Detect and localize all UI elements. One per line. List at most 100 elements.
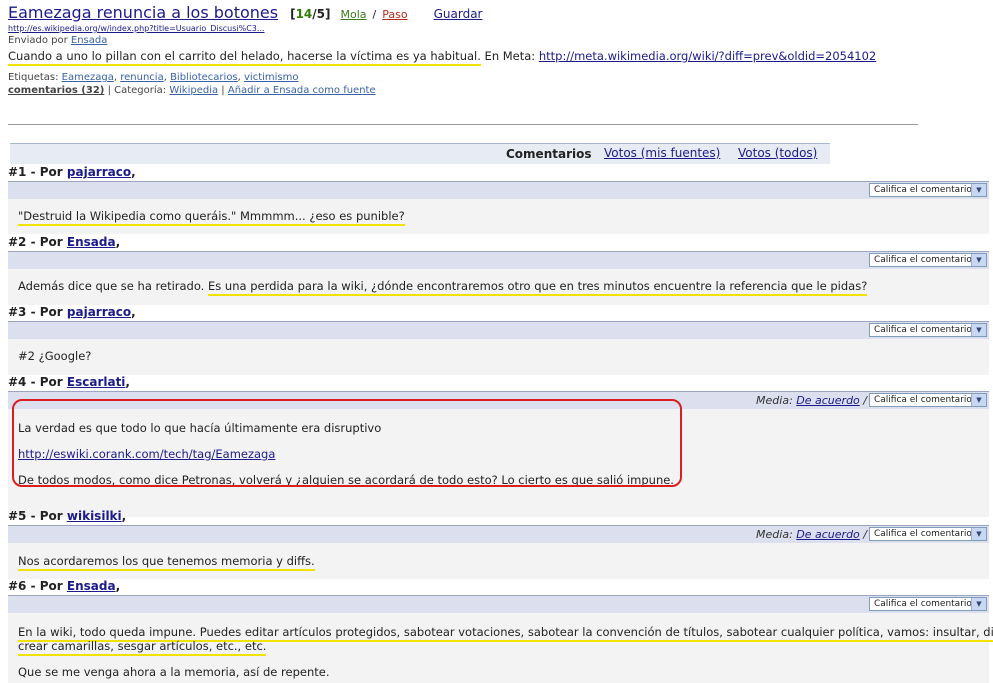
comment-toolbar: Califica el comentario ▼ — [8, 181, 989, 199]
guardar-link[interactable]: Guardar — [434, 7, 483, 21]
comment-number: #1 - Por — [8, 165, 63, 179]
vote-close: ] — [325, 7, 331, 21]
average-value-link[interactable]: De acuerdo — [796, 394, 860, 407]
comment-toolbar: Califica el comentario ▼ — [8, 595, 989, 613]
comment: #5 - Por wikisilki, Media: De acuerdo / … — [8, 509, 989, 579]
story-body: Cuando a uno lo pillan con el carrito de… — [8, 49, 983, 66]
comment-comma: , — [115, 235, 121, 249]
story: Eamezaga renuncia a los botones [14/5] M… — [8, 3, 983, 96]
tab-votos-todos[interactable]: Votos (todos) — [738, 146, 817, 160]
average-rating: Media: De acuerdo / — [756, 528, 867, 541]
comment: #2 - Por Ensada, Califica el comentario ▼… — [8, 235, 989, 305]
comment-toolbar: Media: De acuerdo / Califica el comentar… — [8, 525, 989, 543]
rate-comment-select[interactable]: Califica el comentario ▼ — [869, 253, 987, 267]
tag-link[interactable]: victimismo — [244, 72, 298, 83]
add-source-link[interactable]: Añadir a Ensada como fuente — [228, 85, 376, 96]
comment-author-link[interactable]: wikisilki — [67, 509, 122, 523]
comment: #1 - Por pajarraco, Califica el comentar… — [8, 165, 989, 234]
sent-by: Enviado por Ensada — [8, 35, 983, 46]
tab-votos-mis-fuentes[interactable]: Votos (mis fuentes) — [604, 146, 720, 160]
rate-comment-select[interactable]: Califica el comentario ▼ — [869, 183, 987, 197]
comments-count-link[interactable]: comentarios (32) — [8, 85, 104, 96]
chevron-down-icon: ▼ — [971, 184, 986, 196]
rate-comment-label: Califica el comentario — [874, 599, 972, 609]
rate-comment-select[interactable]: Califica el comentario ▼ — [869, 597, 987, 611]
rate-comment-select[interactable]: Califica el comentario ▼ — [869, 393, 987, 407]
comment-author-link[interactable]: Ensada — [67, 579, 116, 593]
rate-comment-label: Califica el comentario — [874, 395, 972, 405]
tag-link[interactable]: Eamezaga — [62, 72, 114, 83]
divider — [8, 124, 918, 125]
comment-author-link[interactable]: pajarraco — [67, 165, 131, 179]
comment-text: Además dice que se ha retirado. — [18, 279, 205, 293]
comment-author-link[interactable]: pajarraco — [67, 305, 131, 319]
vote-count: [14/5] — [290, 7, 330, 21]
comment-author-link[interactable]: Escarlati — [67, 375, 126, 389]
comment-number: #2 - Por — [8, 235, 63, 249]
comment-comma: , — [131, 305, 136, 319]
category-label: | Categoría: — [107, 85, 167, 96]
rate-comment-select[interactable]: Califica el comentario ▼ — [869, 323, 987, 337]
comment-body: #2 ¿Google? — [8, 339, 989, 375]
mola-link[interactable]: Mola — [341, 8, 367, 21]
category-link[interactable]: Wikipedia — [169, 85, 218, 96]
comment-text: Nos acordaremos los que tenemos memoria … — [18, 554, 315, 571]
comment-toolbar: Califica el comentario ▼ — [8, 251, 989, 269]
comment-header: #4 - Por Escarlati, — [8, 375, 989, 391]
comment-body: En la wiki, todo queda impune. Puedes ed… — [8, 613, 993, 683]
tags-label: Etiquetas: — [8, 72, 59, 83]
comment-comma: , — [131, 165, 136, 179]
story-meta-link[interactable]: http://meta.wikimedia.org/wiki/?diff=pre… — [539, 49, 876, 63]
story-title-link[interactable]: Eamezaga renuncia a los botones — [8, 3, 278, 22]
story-source-url[interactable]: http://es.wikipedia.org/w/index.php?titl… — [8, 24, 983, 33]
comment-header: #3 - Por pajarraco, — [8, 305, 989, 321]
sent-by-user-link[interactable]: Ensada — [71, 35, 107, 46]
comment-number: #3 - Por — [8, 305, 63, 319]
highlight-box — [12, 399, 682, 487]
comment-number: #4 - Por — [8, 375, 63, 389]
comment-comma: , — [125, 375, 130, 389]
comment-number: #5 - Por — [8, 509, 63, 523]
comment-toolbar: Califica el comentario ▼ — [8, 321, 989, 339]
comment-header: #2 - Por Ensada, — [8, 235, 989, 251]
rate-comment-label: Califica el comentario — [874, 529, 972, 539]
average-rating: Media: De acuerdo / — [756, 394, 867, 407]
chevron-down-icon: ▼ — [971, 254, 986, 266]
comment-text: crear camarillas, sesgar artículos, etc.… — [18, 639, 267, 656]
comment-comma: , — [115, 579, 121, 593]
comment-text-highlight: Es una perdida para la wiki, ¿dónde enco… — [208, 279, 868, 296]
vote-slash: / — [372, 8, 377, 21]
comment-text: Que se me venga ahora a la memoria, así … — [18, 665, 330, 679]
average-sep: / — [863, 394, 867, 407]
comments-tabs: Comentarios Votos (mis fuentes) Votos (t… — [10, 143, 830, 164]
rate-comment-label: Califica el comentario — [874, 185, 972, 195]
average-value-link[interactable]: De acuerdo — [796, 528, 860, 541]
story-title-row: Eamezaga renuncia a los botones [14/5] M… — [8, 3, 983, 22]
vote-negative: 5 — [316, 7, 326, 21]
comment-number: #6 - Por — [8, 579, 63, 593]
comment-text: "Destruid la Wikipedia como queráis." Mm… — [18, 209, 405, 226]
comment-author-link[interactable]: Ensada — [67, 235, 116, 249]
story-meta-label: En Meta: — [484, 49, 536, 63]
vote-positive: 14 — [295, 7, 313, 21]
comment-comma: , — [121, 509, 127, 523]
chevron-down-icon: ▼ — [971, 528, 986, 540]
sent-by-label: Enviado por — [8, 35, 68, 46]
tag-link[interactable]: Bibliotecarios — [170, 72, 238, 83]
comment-body: Además dice que se ha retirado. Es una p… — [8, 269, 989, 305]
comment-body: Nos acordaremos los que tenemos memoria … — [8, 543, 989, 579]
average-sep: / — [863, 528, 867, 541]
tab-comentarios[interactable]: Comentarios — [506, 147, 592, 161]
comment-header: #1 - Por pajarraco, — [8, 165, 989, 181]
paso-link[interactable]: Paso — [382, 8, 407, 21]
comment: #3 - Por pajarraco, Califica el comentar… — [8, 305, 989, 375]
average-label: Media: — [756, 528, 793, 541]
chevron-down-icon: ▼ — [971, 598, 986, 610]
rate-comment-select[interactable]: Califica el comentario ▼ — [869, 527, 987, 541]
comment-text: #2 ¿Google? — [18, 349, 92, 363]
comment-body: "Destruid la Wikipedia como queráis." Mm… — [8, 199, 989, 234]
comment: #6 - Por Ensada, Califica el comentario ▼… — [8, 579, 993, 683]
story-body-text: Cuando a uno lo pillan con el carrito de… — [8, 49, 481, 66]
tag-link[interactable]: renuncia — [120, 72, 163, 83]
tags-row: Etiquetas: Eamezaga, renuncia, Bibliotec… — [8, 72, 299, 83]
